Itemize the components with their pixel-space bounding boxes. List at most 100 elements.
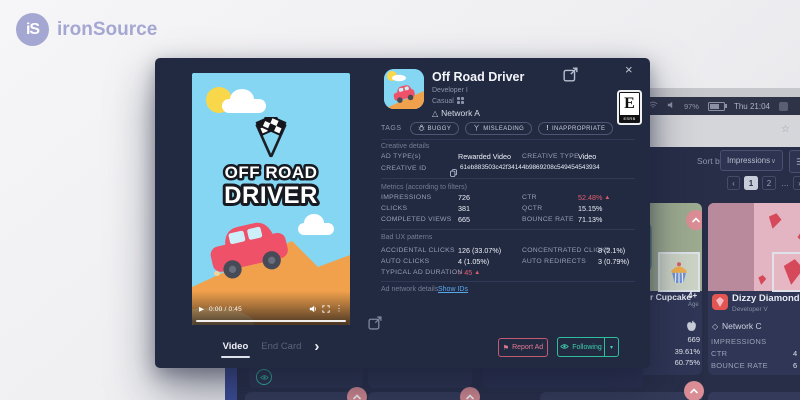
warning-icon: ▲ bbox=[474, 270, 480, 276]
next-tab-chevron[interactable]: › bbox=[314, 339, 319, 354]
network-diamond-icon: ◇ bbox=[712, 322, 718, 331]
tags-row: TAGS BUGGY MISLEADING ! INAPPROPRIATE bbox=[381, 122, 613, 135]
pagination-prev-button[interactable]: ‹ bbox=[727, 176, 740, 190]
play-button[interactable]: ▶ bbox=[199, 305, 204, 313]
tag-buggy-label: BUGGY bbox=[428, 126, 452, 132]
card-rank-up-badge bbox=[460, 387, 480, 400]
dizzy-thumbnail-inset bbox=[772, 252, 800, 292]
following-button[interactable]: Following ▾ bbox=[557, 337, 619, 357]
copy-icon[interactable] bbox=[450, 164, 457, 182]
preview-tabs: Video End Card › bbox=[192, 339, 350, 354]
card-rank-up-badge bbox=[686, 210, 702, 230]
menubar-clock: Thu 21:04 bbox=[734, 102, 770, 111]
cupcake-impressions-value: 669 bbox=[687, 335, 700, 344]
sort-direction-button[interactable] bbox=[789, 150, 800, 173]
fullscreen-icon[interactable] bbox=[322, 300, 330, 318]
battery-percentage: 97% bbox=[684, 102, 699, 111]
typical-ad-duration-row: > 45 ▲ bbox=[458, 268, 480, 277]
report-ad-button[interactable]: ⚑ Report Ad bbox=[498, 338, 548, 357]
ad-title-art: OFF ROAD DRIVER bbox=[192, 159, 350, 211]
creative-details-section-label: Creative details bbox=[381, 143, 429, 150]
open-external-icon[interactable] bbox=[563, 67, 578, 87]
completed-views-value: 665 bbox=[458, 215, 470, 224]
bookmark-star-icon[interactable]: ☆ bbox=[781, 124, 790, 135]
menubar-app-badge bbox=[779, 102, 788, 111]
following-caret[interactable]: ▾ bbox=[605, 338, 618, 356]
completed-views-label: COMPLETED VIEWS bbox=[381, 216, 452, 223]
tag-misleading[interactable]: MISLEADING bbox=[465, 122, 532, 135]
dizzy-ctr-label: CTR bbox=[711, 349, 727, 358]
divider bbox=[381, 281, 635, 282]
ad-type-label: AD TYPE(s) bbox=[381, 153, 421, 160]
flag-icon: ⚑ bbox=[503, 344, 509, 352]
chevron-down-icon: ∨ bbox=[771, 157, 776, 165]
esrb-letter: E bbox=[620, 93, 639, 114]
divider bbox=[381, 178, 635, 179]
pagination-page-1[interactable]: 1 bbox=[744, 176, 758, 190]
screenshot-stage: iS ironSource P 97% Thu 21:04 ☆ Sort by … bbox=[0, 0, 800, 400]
ad-video-preview[interactable]: OFF ROAD DRIVER ▶ bbox=[192, 73, 350, 325]
eye-icon bbox=[560, 343, 569, 352]
esrb-rating-badge: E ESRB bbox=[619, 92, 640, 123]
watching-eye-badge bbox=[256, 369, 272, 385]
tab-end-card[interactable]: End Card bbox=[261, 341, 301, 352]
bug-icon bbox=[418, 124, 425, 133]
ad-review-modal: OFF ROAD DRIVER ▶ bbox=[155, 58, 650, 368]
genre-blocks-icon bbox=[457, 97, 464, 106]
sort-by-value: Impressions bbox=[727, 156, 770, 165]
following-label: Following bbox=[572, 344, 602, 351]
pagination-next-button[interactable]: › bbox=[793, 176, 800, 190]
tab-video[interactable]: Video bbox=[223, 341, 249, 352]
ironsource-logo: iS ironSource bbox=[16, 13, 157, 46]
exclamation-icon: ! bbox=[546, 125, 549, 132]
accidental-clicks-value: 126 (33.07%) bbox=[458, 246, 501, 255]
tag-inappropriate-label: INAPPROPRIATE bbox=[552, 126, 605, 132]
pagination-page-2[interactable]: 2 bbox=[762, 176, 776, 190]
sort-by-dropdown[interactable]: Impressions ∨ bbox=[720, 150, 783, 171]
chevron-up-icon bbox=[688, 385, 700, 397]
qctr-label: QCTR bbox=[522, 205, 542, 212]
dizzy-impressions-label: IMPRESSIONS bbox=[711, 337, 766, 346]
dizzy-app-icon bbox=[712, 294, 728, 310]
tag-inappropriate[interactable]: ! INAPPROPRIATE bbox=[538, 122, 613, 135]
app-genre: Casual bbox=[432, 98, 454, 105]
image-stripe bbox=[708, 203, 754, 291]
show-ids-link[interactable]: Show IDs bbox=[438, 286, 468, 293]
creative-id-label: CREATIVE ID bbox=[381, 165, 426, 172]
sort-lines-icon bbox=[795, 156, 800, 167]
close-icon[interactable]: × bbox=[625, 62, 633, 77]
ctr-value: 52.48% bbox=[578, 193, 602, 202]
age-rating: 4+ bbox=[688, 291, 697, 300]
app-icon bbox=[384, 69, 424, 109]
fork-path-icon bbox=[473, 124, 480, 133]
card-rank-up-badge bbox=[347, 387, 367, 400]
bounce-rate-label: BOUNCE RATE bbox=[522, 216, 574, 223]
checkered-flags-icon bbox=[238, 117, 304, 161]
chevron-up-icon bbox=[690, 214, 702, 226]
gem-icon bbox=[781, 258, 800, 287]
tag-misleading-label: MISLEADING bbox=[483, 126, 524, 132]
expand-preview-icon[interactable] bbox=[368, 316, 382, 330]
auto-redirects-label: AUTO REDIRECTS bbox=[522, 258, 586, 265]
app-developer: Developer I bbox=[432, 87, 468, 94]
next-row-card-top bbox=[540, 392, 702, 400]
video-progress-bar[interactable] bbox=[196, 320, 346, 322]
clicks-label: CLICKS bbox=[381, 205, 407, 212]
auto-redirects-value: 3 (0.79%) bbox=[598, 257, 629, 266]
dizzy-card-network: Network C bbox=[722, 321, 762, 331]
report-ad-label: Report Ad bbox=[512, 344, 543, 351]
auto-clicks-label: AUTO CLICKS bbox=[381, 258, 430, 265]
warning-icon: ▲ bbox=[604, 195, 610, 201]
network-name: Network A bbox=[441, 108, 480, 118]
metrics-section-label: Metrics (according to filters) bbox=[381, 184, 467, 191]
volume-icon[interactable] bbox=[309, 300, 317, 318]
dizzy-bounce-value: 6 bbox=[793, 361, 797, 370]
cupcake-icon bbox=[668, 259, 690, 285]
creative-id-value[interactable]: 61eb883503c42f34144b9869208c549454543934 bbox=[460, 164, 600, 171]
tag-buggy[interactable]: BUGGY bbox=[410, 122, 460, 135]
pagination-ellipsis: … bbox=[780, 176, 790, 190]
ad-type-value: Rewarded Video bbox=[458, 152, 511, 161]
more-options-icon[interactable]: ⋮ bbox=[335, 305, 343, 313]
cloud-illustration bbox=[222, 99, 266, 113]
ad-card-dizzy-diamond[interactable]: Dizzy Diamond Developer V ◇ Network C IM… bbox=[708, 203, 800, 375]
